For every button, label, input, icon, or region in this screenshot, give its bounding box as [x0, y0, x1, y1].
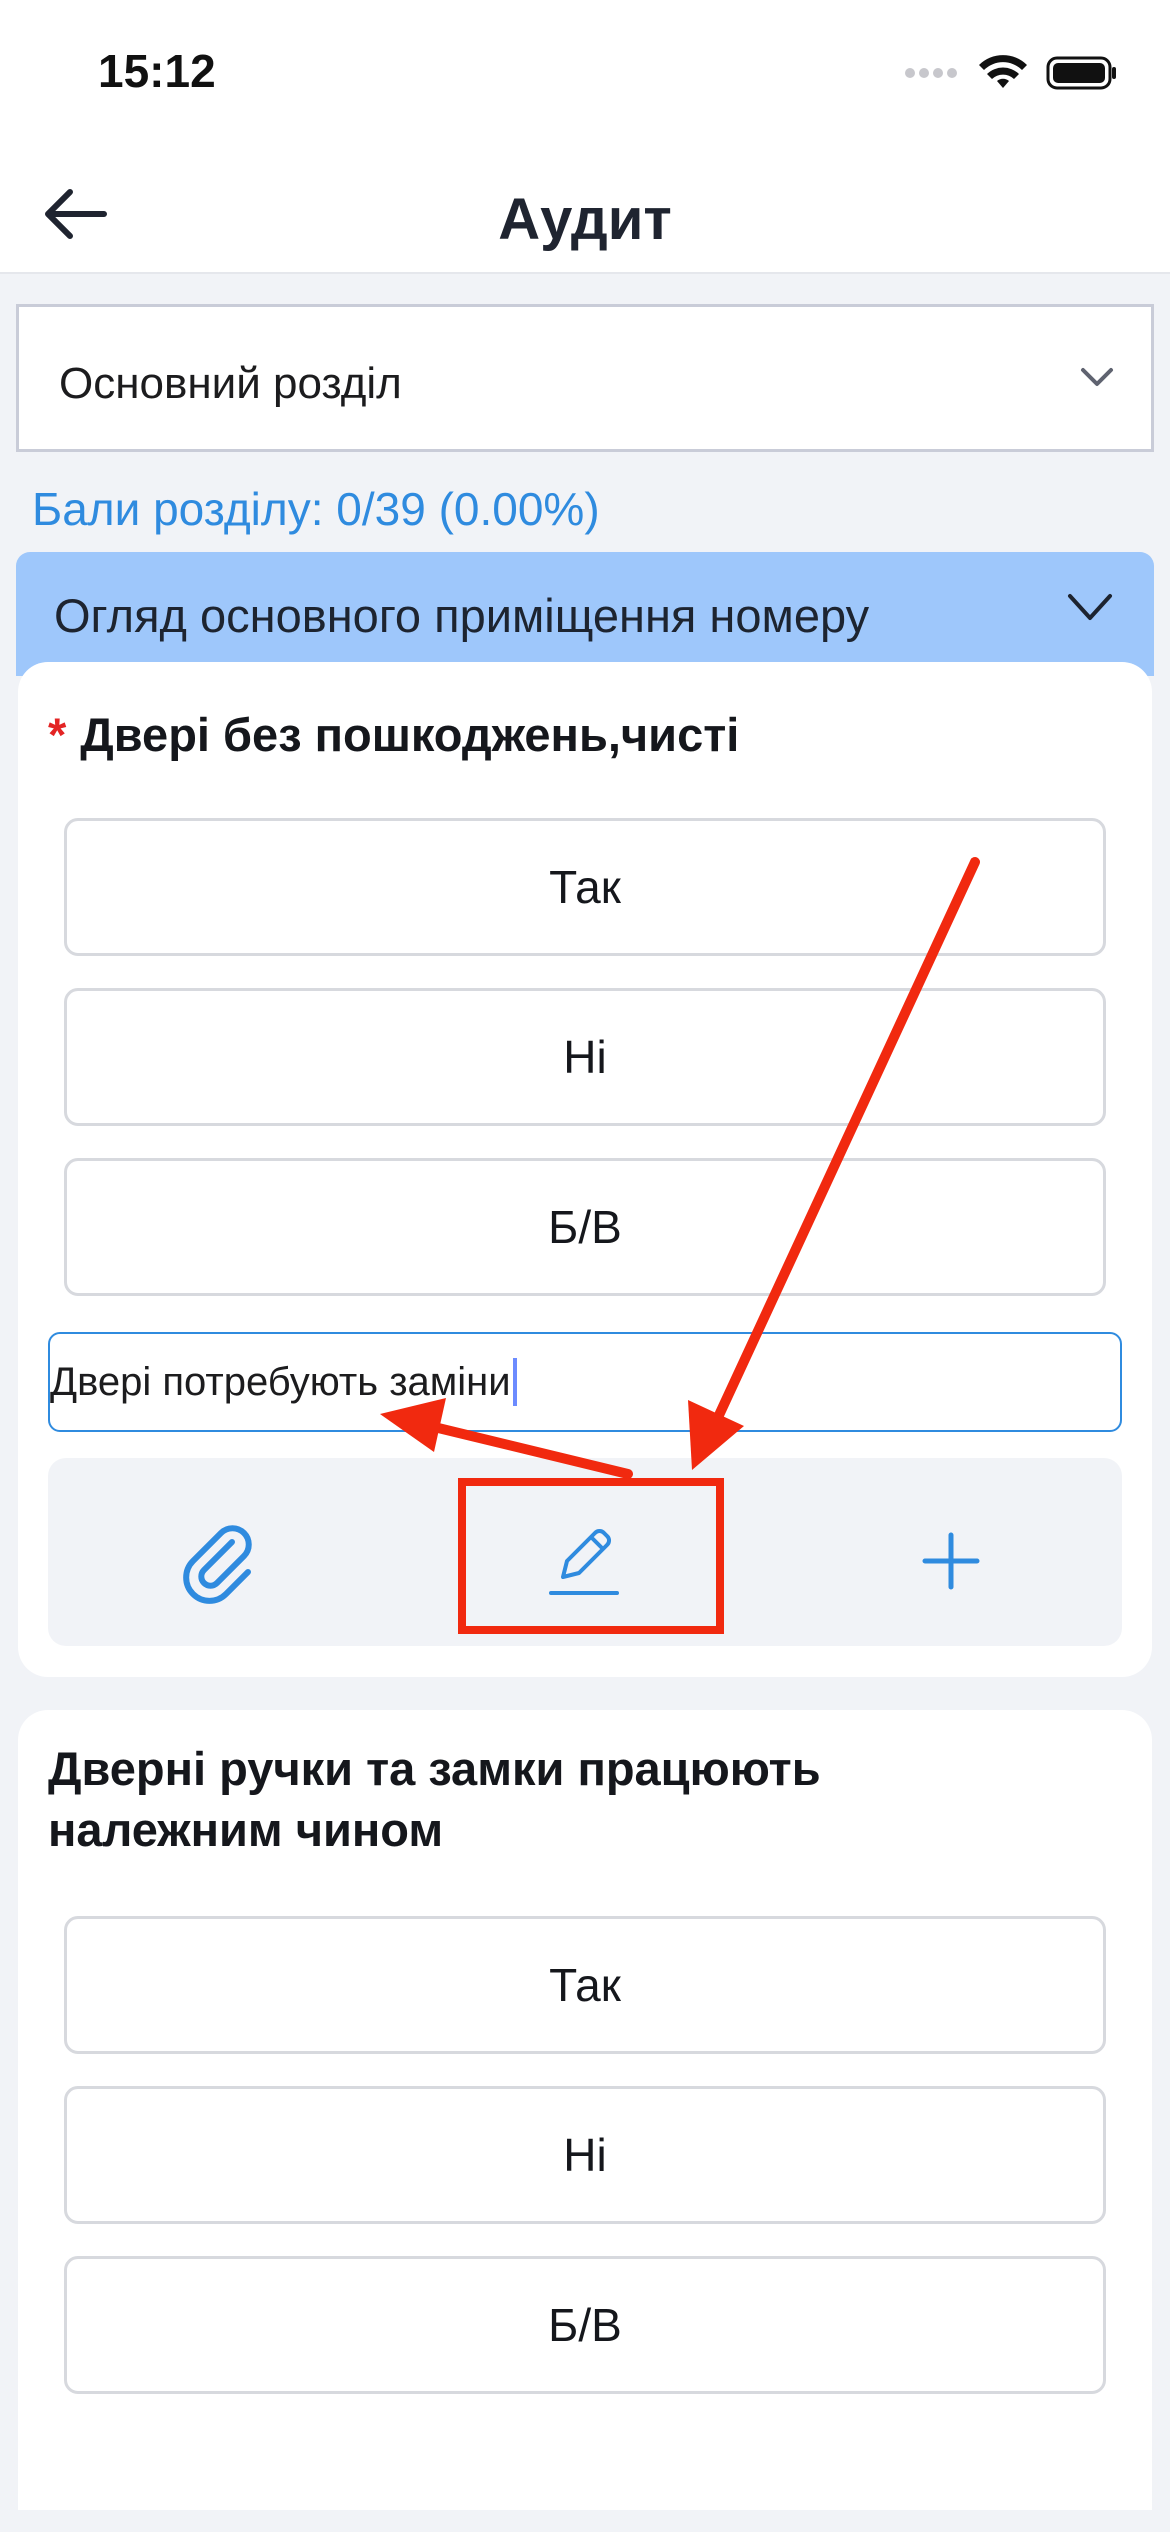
option-yes-button[interactable]: Так	[64, 818, 1106, 956]
option-no-button[interactable]: Ні	[64, 988, 1106, 1126]
group-header[interactable]: Огляд основного приміщення номеру	[16, 552, 1154, 676]
question-text-line: належним чином	[48, 1803, 444, 1857]
required-mark: *	[48, 708, 67, 761]
battery-icon	[1046, 56, 1116, 90]
option-na-button[interactable]: Б/В	[64, 1158, 1106, 1296]
text-caret	[512, 1358, 517, 1406]
question-card: Дверні ручки та замки працюють належним …	[18, 1710, 1152, 2510]
plus-icon	[922, 1532, 980, 1590]
section-score: Бали розділу: 0/39 (0.00%)	[32, 483, 600, 535]
question-title: * Двері без пошкоджень,чисті	[48, 704, 739, 765]
status-icons	[904, 54, 1118, 92]
chevron-down-icon	[1081, 368, 1113, 386]
chevron-down-icon	[1068, 594, 1112, 620]
comment-text: Двері потребують заміни	[50, 1359, 511, 1404]
section-select[interactable]: Основний розділ	[16, 304, 1154, 452]
add-button[interactable]	[906, 1516, 996, 1606]
nav-bar: Аудит	[0, 150, 1170, 274]
status-time: 15:12	[98, 45, 216, 97]
annotation-highlight-box	[458, 1478, 724, 1634]
option-no-button[interactable]: Ні	[64, 2086, 1106, 2224]
group-title: Огляд основного приміщення номеру	[54, 589, 870, 642]
signal-icon	[905, 68, 957, 78]
attach-button[interactable]	[174, 1516, 264, 1606]
paperclip-icon	[183, 1525, 252, 1604]
page-title: Аудит	[498, 187, 672, 252]
option-na-button[interactable]: Б/В	[64, 2256, 1106, 2394]
question-text-line: Дверні ручки та замки працюють	[48, 1742, 821, 1795]
option-yes-button[interactable]: Так	[64, 1916, 1106, 2054]
status-bar: 15:12	[0, 0, 1170, 150]
comment-input[interactable]: Двері потребують заміни	[48, 1332, 1122, 1432]
question-title: Дверні ручки та замки працюють належним …	[48, 1738, 821, 1860]
wifi-icon	[979, 55, 1027, 88]
section-select-value: Основний розділ	[59, 359, 402, 408]
question-text: Двері без пошкоджень,чисті	[80, 708, 740, 761]
